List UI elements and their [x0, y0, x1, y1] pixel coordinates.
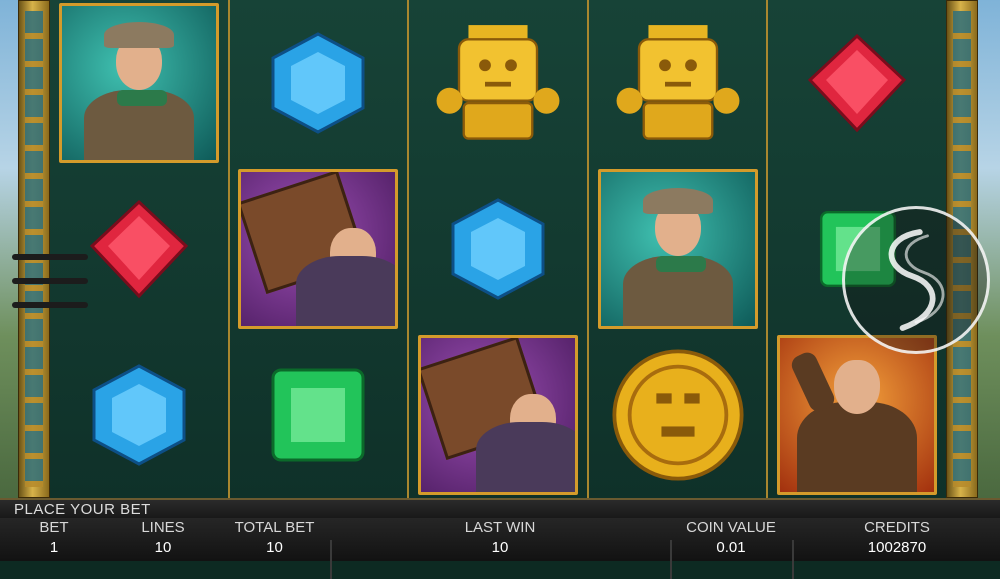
symbol-green-gem [230, 332, 408, 498]
credits-value: 1002870 [867, 539, 927, 556]
divider [330, 540, 332, 579]
hamburger-menu-icon[interactable] [8, 246, 92, 320]
lines-value: 10 [154, 539, 172, 556]
status-bar: PLACE YOUR BET [0, 498, 1000, 518]
symbol-porter-chest [409, 332, 587, 498]
lines-label: LINES [141, 519, 185, 536]
coin-value-label: COIN VALUE [686, 519, 776, 536]
symbol-explorer-man [768, 332, 946, 498]
symbol-golden-idol [409, 0, 587, 166]
symbol-gold-coin [589, 332, 767, 498]
divider [792, 540, 794, 579]
reel-grid [50, 0, 946, 498]
last-win-value: 10 [491, 539, 509, 556]
symbol-explorer-woman [50, 0, 228, 166]
total-bet-label: TOTAL BET [234, 519, 315, 536]
last-win-label: LAST WIN [464, 519, 536, 536]
credits-stat: CREDITS 1002870 [842, 518, 952, 561]
stats-bar: BET 1 LINES 10 TOTAL BET 10 LAST WIN 10 … [0, 518, 1000, 579]
bet-value: 1 [49, 539, 59, 556]
symbol-golden-idol [589, 0, 767, 166]
lines-stat[interactable]: LINES 10 [118, 518, 208, 561]
symbol-blue-gem [409, 166, 587, 332]
symbol-explorer-woman [589, 166, 767, 332]
symbol-blue-gem [50, 332, 228, 498]
coin-value-value: 0.01 [716, 539, 746, 556]
bet-stat[interactable]: BET 1 [14, 518, 94, 561]
coin-value-stat[interactable]: COIN VALUE 0.01 [676, 518, 786, 561]
total-bet-stat: TOTAL BET 10 [222, 518, 327, 561]
symbol-red-gem [768, 0, 946, 166]
credits-label: CREDITS [864, 519, 930, 536]
symbol-porter-chest [230, 166, 408, 332]
last-win-stat: LAST WIN 10 [440, 518, 560, 561]
total-bet-value: 10 [266, 539, 283, 556]
reel-3 [409, 0, 589, 498]
symbol-blue-gem [230, 0, 408, 166]
bet-label: BET [39, 519, 69, 536]
bottom-panel: PLACE YOUR BET BET 1 LINES 10 TOTAL BET … [0, 498, 1000, 579]
game-scene [0, 0, 1000, 561]
spin-button[interactable] [842, 206, 990, 354]
divider [670, 540, 672, 579]
reel-2 [229, 0, 410, 498]
status-text: PLACE YOUR BET [14, 501, 151, 518]
spin-arrow-icon [888, 229, 945, 331]
reel-4 [588, 0, 769, 498]
